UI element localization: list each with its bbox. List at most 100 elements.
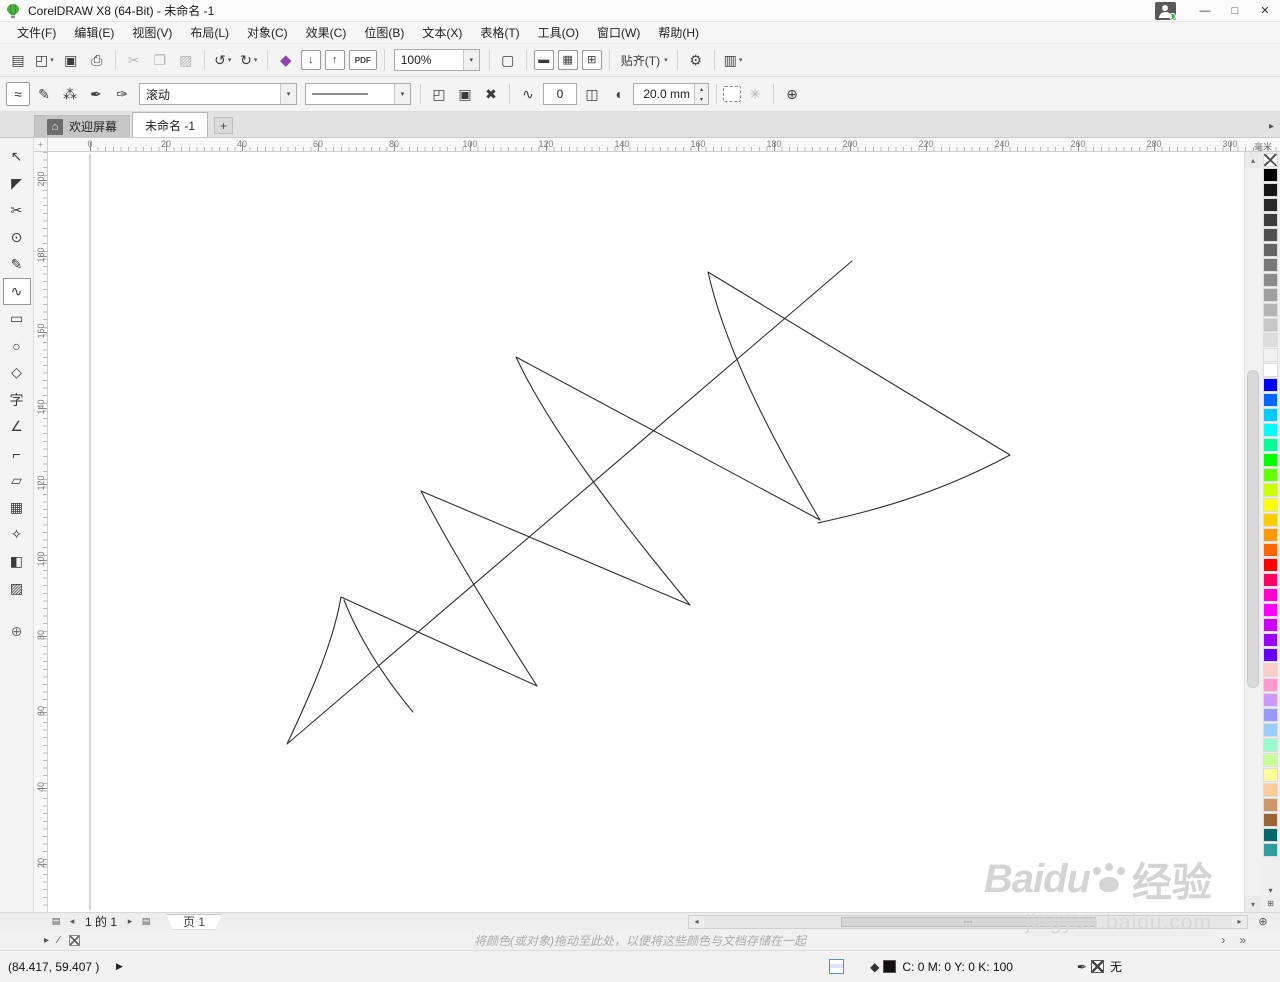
- scroll-right-button[interactable]: ▸: [1232, 915, 1247, 928]
- no-color-mini-swatch[interactable]: [68, 934, 80, 946]
- palette-swatch-3[interactable]: [1263, 198, 1278, 212]
- quick-customize-button[interactable]: ⊕: [780, 82, 804, 106]
- horizontal-ruler[interactable]: 毫米 0 20 40 60 80 100 120 140 160 180 200 220 240 260 2…: [48, 138, 1280, 152]
- zoom-levels-combobox[interactable]: 100% ▾: [393, 49, 480, 71]
- palette-swatch-4[interactable]: [1263, 213, 1278, 227]
- previous-page-button[interactable]: ◂: [64, 916, 80, 927]
- add-page-button[interactable]: ▤: [138, 916, 154, 927]
- palette-swatch-6[interactable]: [1263, 243, 1278, 257]
- palette-swatch-45[interactable]: [1263, 828, 1278, 842]
- open-document-dropdown-icon[interactable]: ▾: [50, 56, 54, 64]
- pick-tool[interactable]: ↖: [3, 143, 31, 170]
- stroke-style-dropdown-icon[interactable]: ▾: [394, 84, 410, 104]
- sprayer-mode-button[interactable]: ⁂: [58, 82, 82, 106]
- stroke-width-spin-up-icon[interactable]: ▴: [695, 84, 708, 94]
- menu-object[interactable]: 对象(C): [238, 22, 297, 44]
- crop-tool[interactable]: ✂: [3, 197, 31, 224]
- menu-window[interactable]: 窗口(W): [588, 22, 649, 44]
- palette-swatch-10[interactable]: [1263, 303, 1278, 317]
- palette-swatch-41[interactable]: [1263, 768, 1278, 782]
- page-border-button[interactable]: ⬚: [723, 86, 741, 102]
- mesh-fill-tool[interactable]: ▨: [3, 575, 31, 602]
- scroll-left-button[interactable]: ◂: [689, 915, 704, 928]
- palette-expand-arrow[interactable]: »: [1239, 933, 1246, 947]
- horizontal-scroll-thumb[interactable]: [841, 916, 1096, 927]
- menu-table[interactable]: 表格(T): [471, 22, 528, 44]
- account-avatar[interactable]: [1155, 1, 1176, 20]
- close-button[interactable]: ✕: [1250, 0, 1280, 21]
- palette-swatch-12[interactable]: [1263, 333, 1278, 347]
- palette-swatch-1[interactable]: [1263, 168, 1278, 182]
- palette-swatch-8[interactable]: [1263, 273, 1278, 287]
- freehand-smoothing-button[interactable]: ∿: [516, 82, 540, 106]
- parallel-dimension-tool[interactable]: ∠: [3, 413, 31, 440]
- vertical-scrollbar[interactable]: ▴ ▾: [1244, 152, 1261, 912]
- vertical-scroll-thumb[interactable]: [1247, 370, 1259, 688]
- palette-swatch-34[interactable]: [1263, 663, 1278, 677]
- interactive-fill-tool[interactable]: ◧: [3, 548, 31, 575]
- artistic-media-tool[interactable]: ∿: [2, 278, 31, 305]
- palette-swatch-31[interactable]: [1263, 618, 1278, 632]
- palette-swatch-14[interactable]: [1263, 363, 1278, 377]
- redo-dropdown-icon[interactable]: ▾: [254, 56, 258, 64]
- palette-swatch-38[interactable]: [1263, 723, 1278, 737]
- menu-bitmaps[interactable]: 位图(B): [355, 22, 413, 44]
- zoom-tool[interactable]: ⊙: [3, 224, 31, 251]
- palette-swatch-2[interactable]: [1263, 183, 1278, 197]
- stroke-style-combobox[interactable]: ▾: [305, 83, 411, 105]
- zoom-levels-dropdown-icon[interactable]: ▾: [462, 50, 479, 70]
- menu-effects[interactable]: 效果(C): [297, 22, 356, 44]
- palette-swatch-9[interactable]: [1263, 288, 1278, 302]
- horizontal-scrollbar[interactable]: ◂ ▸: [688, 914, 1248, 929]
- menu-view[interactable]: 视图(V): [123, 22, 181, 44]
- palette-swatch-35[interactable]: [1263, 678, 1278, 692]
- palette-swatch-7[interactable]: [1263, 258, 1278, 272]
- palette-swatch-11[interactable]: [1263, 318, 1278, 332]
- tab-document[interactable]: 未命名 -1: [132, 112, 209, 137]
- new-document-button[interactable]: ▤: [6, 48, 30, 72]
- application-launcher-button[interactable]: ▥ ▾: [721, 48, 746, 72]
- no-color-swatch[interactable]: [1263, 153, 1278, 167]
- preset-stroke-list-dropdown-icon[interactable]: ▾: [280, 84, 296, 104]
- palette-expand-button[interactable]: ⊞: [1263, 897, 1278, 910]
- open-document-button[interactable]: ◰ ▾: [32, 48, 57, 72]
- palette-swatch-18[interactable]: [1263, 423, 1278, 437]
- new-tab-button[interactable]: +: [214, 117, 234, 134]
- page-flip-button[interactable]: ▤: [48, 916, 64, 927]
- brush-mode-button[interactable]: ✎: [32, 82, 56, 106]
- menu-file[interactable]: 文件(F): [8, 22, 65, 44]
- scroll-up-button[interactable]: ▴: [1245, 152, 1261, 168]
- import-button[interactable]: ↓: [300, 50, 321, 70]
- tab-welcome-screen[interactable]: ⌂ 欢迎屏幕: [34, 115, 131, 137]
- palette-swatch-37[interactable]: [1263, 708, 1278, 722]
- application-launcher-dropdown-icon[interactable]: ▾: [739, 56, 743, 64]
- snap-to-dropdown-icon[interactable]: ▾: [664, 56, 668, 64]
- save-stroke-button[interactable]: ▣: [453, 82, 477, 106]
- search-content-button[interactable]: ◆: [274, 48, 298, 72]
- palette-swatch-32[interactable]: [1263, 633, 1278, 647]
- palette-swatch-22[interactable]: [1263, 483, 1278, 497]
- palette-swatch-27[interactable]: [1263, 558, 1278, 572]
- text-tool[interactable]: 字: [3, 386, 31, 413]
- preset-stroke-list-combobox[interactable]: 滚动 ▾: [139, 83, 297, 105]
- rectangle-tool[interactable]: ▭: [3, 305, 31, 332]
- polygon-tool[interactable]: ◇: [3, 359, 31, 386]
- menu-text[interactable]: 文本(X): [413, 22, 471, 44]
- palette-swatch-29[interactable]: [1263, 588, 1278, 602]
- browse-strokes-button[interactable]: ◰: [427, 82, 451, 106]
- shape-tool[interactable]: ◤: [3, 170, 31, 197]
- palette-swatch-42[interactable]: [1263, 783, 1278, 797]
- freehand-tool[interactable]: ✎: [3, 251, 31, 278]
- palette-swatch-25[interactable]: [1263, 528, 1278, 542]
- palette-swatch-40[interactable]: [1263, 753, 1278, 767]
- connector-tool[interactable]: ⌐: [3, 440, 31, 467]
- ellipse-tool[interactable]: ○: [3, 332, 31, 359]
- palette-swatch-24[interactable]: [1263, 513, 1278, 527]
- minimize-button[interactable]: —: [1190, 0, 1220, 21]
- flyout-arrow-icon[interactable]: ▸: [44, 935, 49, 946]
- drop-shadow-tool[interactable]: ▱: [3, 467, 31, 494]
- page-tab[interactable]: 页 1: [166, 914, 222, 930]
- menu-edit[interactable]: 编辑(E): [65, 22, 123, 44]
- save-button[interactable]: ▣: [59, 48, 83, 72]
- show-guidelines-button[interactable]: ⊞: [581, 50, 602, 70]
